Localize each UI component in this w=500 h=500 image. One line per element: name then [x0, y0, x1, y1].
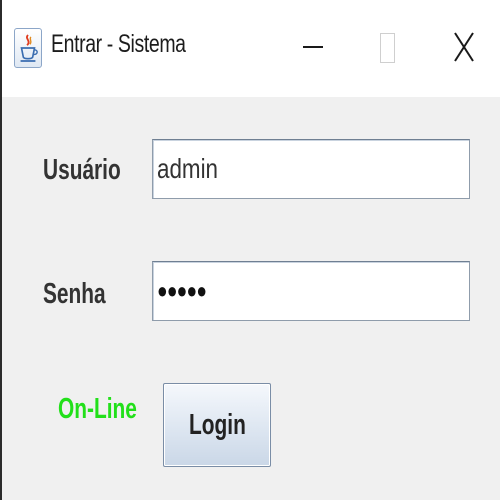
java-cup-icon-graphic — [20, 34, 38, 62]
username-label: Usuário — [43, 154, 121, 186]
password-field[interactable]: ●●●●● — [152, 261, 470, 321]
username-value: admin — [157, 153, 219, 184]
username-field[interactable]: admin — [152, 139, 470, 199]
close-button[interactable] — [440, 22, 486, 74]
close-icon — [454, 32, 474, 62]
login-window: Entrar - Sistema Usuário admin Senha ●●●… — [0, 0, 500, 500]
window-title: Entrar - Sistema — [51, 30, 186, 58]
password-mask: ●●●●● — [157, 278, 207, 303]
minimize-button[interactable] — [289, 22, 335, 74]
maximize-icon — [380, 33, 395, 63]
minimize-icon — [303, 46, 323, 48]
connection-status: On-Line — [58, 393, 137, 425]
title-bar[interactable]: Entrar - Sistema — [2, 0, 500, 97]
maximize-button[interactable] — [364, 22, 410, 74]
login-button-label: Login — [188, 408, 246, 441]
login-button[interactable]: Login — [163, 383, 271, 467]
java-cup-icon — [14, 28, 42, 68]
password-label: Senha — [43, 278, 106, 310]
